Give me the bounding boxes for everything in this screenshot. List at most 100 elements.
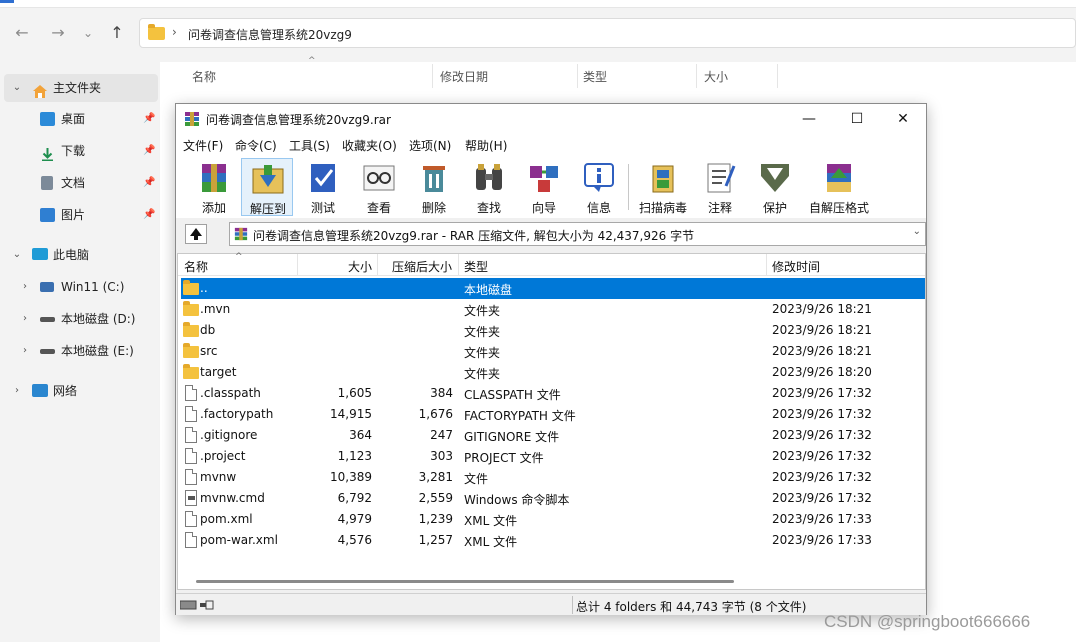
column-divider[interactable]: [297, 254, 298, 276]
up-icon[interactable]: ↑: [105, 22, 129, 44]
forward-icon[interactable]: →: [46, 22, 70, 44]
extract-to-button[interactable]: 解压到: [241, 158, 293, 216]
column-divider[interactable]: [577, 64, 578, 88]
sidebar-item-network[interactable]: › 网络: [0, 377, 158, 405]
file-modified: 2023/9/26 17:32: [772, 449, 872, 463]
sidebar-item-documents[interactable]: 文档 📌: [0, 169, 158, 197]
table-row[interactable]: target 文件夹 2023/9/26 18:20: [178, 362, 925, 383]
pin-icon[interactable]: 📌: [143, 201, 155, 229]
chevron-right-icon[interactable]: ›: [18, 305, 32, 333]
column-header-type[interactable]: 类型: [464, 258, 488, 275]
back-icon[interactable]: ←: [10, 22, 34, 44]
column-divider[interactable]: [458, 254, 459, 276]
file-name: src: [200, 344, 218, 358]
column-header-name[interactable]: 名称: [184, 258, 208, 275]
table-row[interactable]: pom.xml 4,979 1,239 XML 文件 2023/9/26 17:33: [178, 509, 925, 530]
sidebar-item-label: 图片: [61, 208, 86, 222]
menu-help[interactable]: 帮助(H): [465, 137, 507, 154]
sfx-button[interactable]: 自解压格式: [809, 158, 869, 216]
up-one-level-icon[interactable]: [185, 224, 207, 244]
sidebar-item-drive-d[interactable]: › 本地磁盘 (D:): [0, 305, 158, 333]
column-divider[interactable]: [766, 254, 767, 276]
archive-file-list: ^ 名称 大小 压缩后大小 类型 修改时间 .. 本地磁盘 .mvn 文件夹 2023/…: [177, 252, 926, 590]
table-row[interactable]: .gitignore 364 247 GITIGNORE 文件 2023/9/26 17…: [178, 425, 925, 446]
download-icon: [40, 144, 55, 161]
sidebar-item-pictures[interactable]: 图片 📌: [0, 201, 158, 229]
column-header-packed[interactable]: 压缩后大小: [392, 258, 452, 275]
address-bar[interactable]: › 问卷调查信息管理系统20vzg9: [139, 18, 1076, 48]
menu-tools[interactable]: 工具(S): [289, 137, 330, 154]
column-header-type[interactable]: 类型: [583, 68, 607, 85]
file-modified: 2023/9/26 18:20: [772, 365, 872, 379]
recent-locations-icon[interactable]: ⌄: [76, 22, 100, 44]
sidebar-item-this-pc[interactable]: ⌄ 此电脑: [0, 241, 158, 269]
column-divider[interactable]: [696, 64, 697, 88]
sidebar-item-downloads[interactable]: 下载 📌: [0, 137, 158, 165]
protect-button[interactable]: 保护: [749, 158, 801, 216]
chevron-right-icon[interactable]: ›: [10, 377, 24, 405]
scan-virus-button[interactable]: 扫描病毒: [637, 158, 689, 216]
menu-file[interactable]: 文件(F): [183, 137, 223, 154]
sort-caret-icon: ^: [308, 56, 316, 66]
chevron-down-icon[interactable]: ⌄: [913, 226, 921, 237]
column-header-modified[interactable]: 修改日期: [440, 68, 488, 85]
path-bar: 问卷调查信息管理系统20vzg9.rar - RAR 压缩文件, 解包大小为 4…: [176, 220, 926, 248]
menu-favorites[interactable]: 收藏夹(O): [342, 137, 397, 154]
table-row[interactable]: db 文件夹 2023/9/26 18:21: [178, 320, 925, 341]
chevron-down-icon[interactable]: ⌄: [10, 74, 24, 102]
pin-icon[interactable]: 📌: [143, 105, 155, 133]
test-archive-icon: [311, 164, 335, 192]
column-divider[interactable]: [777, 64, 778, 88]
address-path[interactable]: 问卷调查信息管理系统20vzg9: [188, 26, 352, 43]
find-button[interactable]: 查找: [463, 158, 515, 216]
menu-commands[interactable]: 命令(C): [235, 137, 277, 154]
table-row[interactable]: .factorypath 14,915 1,676 FACTORYPATH 文件 202…: [178, 404, 925, 425]
toolbar: 添加 解压到 测试 查看 删除 查找 向导 信息 扫描病毒 注释 保护 自解压格…: [176, 156, 926, 218]
wizard-button[interactable]: 向导: [518, 158, 570, 216]
sidebar-item-drive-e[interactable]: › 本地磁盘 (E:): [0, 337, 158, 365]
add-button[interactable]: 添加: [188, 158, 240, 216]
comment-button[interactable]: 注释: [694, 158, 746, 216]
test-button[interactable]: 测试: [297, 158, 349, 216]
table-row[interactable]: .classpath 1,605 384 CLASSPATH 文件 2023/9/26 …: [178, 383, 925, 404]
pin-icon[interactable]: 📌: [143, 137, 155, 165]
archive-path-combo[interactable]: 问卷调查信息管理系统20vzg9.rar - RAR 压缩文件, 解包大小为 4…: [229, 222, 926, 246]
chevron-right-icon[interactable]: ›: [18, 273, 32, 301]
sidebar-item-drive-c[interactable]: › Win11 (C:): [0, 273, 158, 301]
chevron-right-icon[interactable]: ›: [18, 337, 32, 365]
sidebar-item-label: 本地磁盘 (D:): [61, 312, 136, 326]
column-header-size[interactable]: 大小: [704, 68, 728, 85]
info-button[interactable]: 信息: [573, 158, 625, 216]
column-header-name[interactable]: 名称: [192, 68, 216, 85]
sidebar-item-desktop[interactable]: 桌面 📌: [0, 105, 158, 133]
view-button[interactable]: 查看: [353, 158, 405, 216]
horizontal-scrollbar[interactable]: [196, 580, 734, 583]
folder-icon: [183, 301, 199, 316]
folder-icon: [183, 343, 199, 358]
column-header-size[interactable]: 大小: [348, 258, 372, 275]
table-row[interactable]: mvnw 10,389 3,281 文件 2023/9/26 17:32: [178, 467, 925, 488]
file-icon: [185, 406, 197, 422]
maximize-button[interactable]: ☐: [834, 104, 880, 134]
table-row[interactable]: .mvn 文件夹 2023/9/26 18:21: [178, 299, 925, 320]
menu-options[interactable]: 选项(N): [409, 137, 451, 154]
winrar-app-icon: [184, 111, 200, 127]
file-type: Windows 命令脚本: [464, 493, 570, 507]
table-row[interactable]: src 文件夹 2023/9/26 18:21: [178, 341, 925, 362]
table-row[interactable]: mvnw.cmd 6,792 2,559 Windows 命令脚本 2023/9/26 …: [178, 488, 925, 509]
pin-icon[interactable]: 📌: [143, 169, 155, 197]
table-row[interactable]: pom-war.xml 4,576 1,257 XML 文件 2023/9/26 17:…: [178, 530, 925, 551]
title-bar[interactable]: 问卷调查信息管理系统20vzg9.rar — ☐ ✕: [176, 104, 926, 134]
column-header-modified[interactable]: 修改时间: [772, 258, 820, 275]
table-row[interactable]: .. 本地磁盘: [181, 278, 925, 299]
sidebar-item-home[interactable]: ⌄ 主文件夹: [4, 74, 158, 102]
toolbar-label: 测试: [310, 201, 335, 215]
minimize-button[interactable]: —: [786, 104, 832, 134]
delete-button[interactable]: 删除: [408, 158, 460, 216]
chevron-down-icon[interactable]: ⌄: [10, 241, 24, 269]
file-name: mvnw: [200, 470, 237, 484]
close-button[interactable]: ✕: [880, 104, 926, 134]
column-divider[interactable]: [432, 64, 433, 88]
column-divider[interactable]: [377, 254, 378, 276]
table-row[interactable]: .project 1,123 303 PROJECT 文件 2023/9/26 17:3…: [178, 446, 925, 467]
